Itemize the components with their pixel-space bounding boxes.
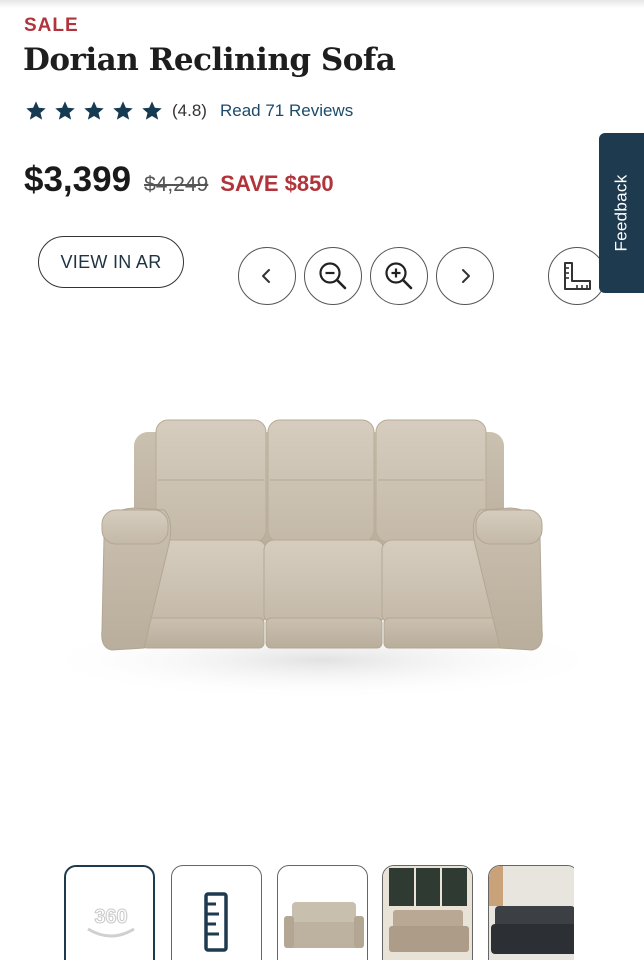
next-image-button[interactable]: [436, 247, 494, 305]
thumbnail-sofa-front[interactable]: [277, 865, 368, 960]
ruler-icon: [564, 262, 591, 290]
sofa-leather-image: [489, 866, 574, 960]
sofa-room-image: [383, 866, 472, 960]
chevron-right-icon: [462, 269, 470, 283]
thumbnail-strip: 360: [64, 865, 574, 960]
star-icon: [142, 101, 162, 120]
rating-value: (4.8): [172, 101, 207, 120]
star-icon: [55, 101, 75, 120]
zoom-out-icon: [319, 262, 347, 290]
top-bar-shadow: [0, 0, 644, 8]
sofa-front-image: [284, 902, 364, 948]
thumbnail-360-view[interactable]: 360: [64, 865, 155, 960]
product-title: Dorian Reclining Sofa: [23, 42, 396, 78]
zoom-out-button[interactable]: [304, 247, 362, 305]
view-in-ar-button[interactable]: VIEW IN AR: [38, 236, 184, 288]
rating-row: (4.8) Read 71 Reviews: [24, 100, 353, 122]
feedback-label: Feedback: [611, 174, 631, 252]
zoom-in-button[interactable]: [370, 247, 428, 305]
sale-badge: SALE: [24, 15, 79, 36]
360-view-icon: 360: [87, 906, 135, 938]
thumbnail-dimensions[interactable]: [171, 865, 262, 960]
savings-amount: SAVE $850: [220, 171, 334, 196]
chevron-left-icon: [262, 269, 270, 283]
feedback-tab[interactable]: Feedback: [599, 133, 644, 293]
original-price: $4,249: [144, 173, 209, 196]
dimensions-button[interactable]: [548, 247, 606, 305]
ruler-icon: [204, 892, 228, 952]
current-price: $3,399: [24, 160, 132, 199]
zoom-in-icon: [385, 262, 413, 290]
star-icon: [84, 101, 104, 120]
star-icon: [26, 101, 46, 120]
star-icon: [113, 101, 133, 120]
thumbnail-dark-leather-scene[interactable]: [488, 865, 574, 960]
svg-text:360: 360: [94, 906, 127, 928]
previous-image-button[interactable]: [238, 247, 296, 305]
price-row: $3,399 $4,249 SAVE $850: [24, 160, 334, 200]
thumbnail-room-scene[interactable]: [382, 865, 473, 960]
read-reviews-link[interactable]: Read 71 Reviews: [220, 101, 353, 121]
product-main-image: [32, 419, 612, 700]
